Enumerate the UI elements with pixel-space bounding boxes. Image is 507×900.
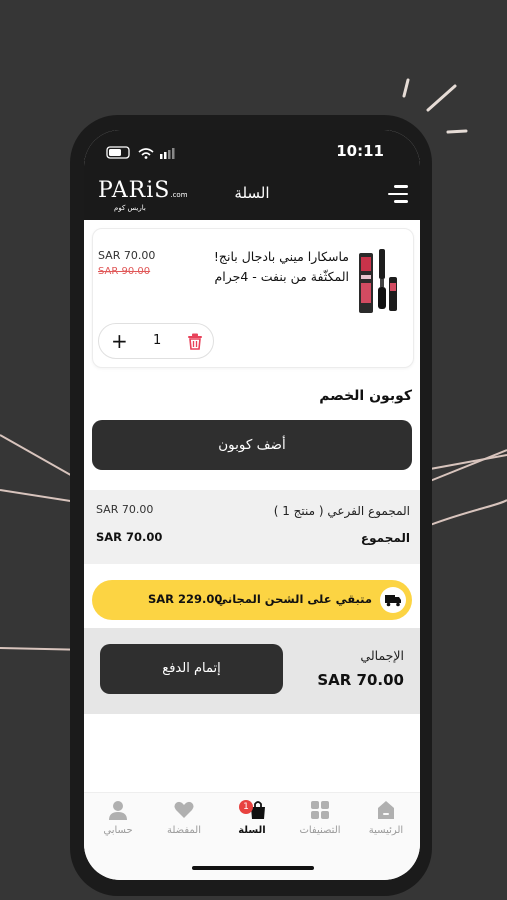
tab-home-label: الرئيسية (368, 825, 404, 836)
page-title: السلة (234, 184, 270, 202)
app-screen: 10:11 PARiS.com باريس كوم السلة ماسكارا … (84, 130, 420, 880)
order-summary: المجموع الفرعي ( منتج 1 ) SAR 70.00 المج… (84, 490, 420, 564)
free-shipping-amount: SAR 229.00 (148, 592, 223, 606)
cart-item-card: ماسكارا ميني بادجال بانج! المكثّفة من بن… (92, 228, 414, 368)
subtotal-label: المجموع الفرعي ( منتج 1 ) (273, 504, 410, 518)
tab-categories-label: التصنيفات (299, 825, 341, 836)
checkout-button[interactable]: إتمام الدفع (100, 644, 283, 694)
add-coupon-button[interactable]: أضف كوبون (92, 420, 412, 470)
grand-total-section: الإجمالي SAR 70.00 إتمام الدفع (84, 628, 420, 714)
cart-badge: 1 (239, 800, 253, 814)
tab-favorites[interactable]: المفضلة (154, 799, 214, 836)
user-icon (109, 801, 127, 820)
subtotal-value: SAR 70.00 (96, 503, 154, 516)
tab-cart-label: السلة (238, 825, 266, 836)
menu-icon[interactable] (388, 185, 408, 203)
free-shipping-text: متبقي على الشحن المجاني (216, 592, 372, 606)
tab-categories[interactable]: التصنيفات (290, 799, 350, 836)
home-indicator (192, 866, 314, 870)
product-name[interactable]: ماسكارا ميني بادجال بانج! المكثّفة من بن… (199, 247, 349, 287)
total-label: المجموع (360, 531, 410, 545)
heart-icon (174, 801, 194, 818)
free-shipping-banner: متبقي على الشحن المجاني SAR 229.00 (92, 580, 412, 620)
product-old-price: SAR 90.00 (98, 266, 151, 277)
tab-favorites-label: المفضلة (166, 825, 201, 836)
increase-quantity-button[interactable]: + (111, 329, 128, 353)
tab-account-label: حسابي (103, 825, 133, 836)
home-icon (378, 801, 394, 819)
categories-icon (311, 801, 329, 819)
product-price: SAR 70.00 (98, 249, 156, 262)
coupon-title: كوبون الخصم (319, 388, 412, 404)
truck-icon (380, 587, 406, 613)
quantity-value: 1 (153, 333, 162, 348)
status-icons (106, 146, 175, 159)
total-value: SAR 70.00 (96, 530, 163, 544)
app-header: PARiS.com باريس كوم السلة (84, 168, 420, 220)
tab-cart[interactable]: 1 السلة (222, 799, 282, 836)
grand-total-label: الإجمالي (360, 648, 404, 663)
product-image (359, 249, 397, 313)
tab-account[interactable]: حسابي (88, 799, 148, 836)
quantity-stepper: + 1 (98, 323, 214, 359)
tab-home[interactable]: الرئيسية (356, 799, 416, 836)
grand-total-value: SAR 70.00 (317, 671, 404, 689)
trash-icon[interactable] (187, 333, 203, 350)
status-time: 10:11 (336, 142, 384, 160)
